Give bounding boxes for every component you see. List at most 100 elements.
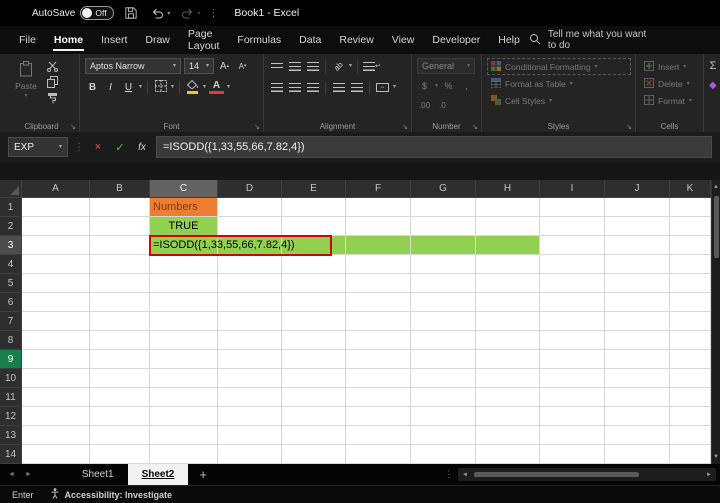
chevron-down-icon[interactable]: ▾	[393, 84, 396, 90]
cell-D11[interactable]	[218, 388, 282, 407]
cell-J7[interactable]	[605, 312, 670, 331]
formula-input[interactable]: =ISODD({1,33,55,66,7.82,4})	[156, 136, 712, 158]
cell-C10[interactable]	[150, 369, 218, 388]
cell-K7[interactable]	[670, 312, 711, 331]
cancel-entry-button[interactable]: ×	[90, 138, 106, 156]
cell-H14[interactable]	[476, 445, 540, 464]
cell-H1[interactable]	[476, 198, 540, 217]
cell-A12[interactable]	[22, 407, 90, 426]
cell-K6[interactable]	[670, 293, 711, 312]
chevron-down-icon[interactable]: ▾	[197, 10, 200, 17]
cell-I5[interactable]	[540, 274, 605, 293]
cell-A3[interactable]	[22, 236, 90, 255]
cell-E14[interactable]	[282, 445, 346, 464]
column-header-H[interactable]: H	[476, 180, 540, 198]
cell-I4[interactable]	[540, 255, 605, 274]
align-middle-button[interactable]	[287, 58, 302, 74]
row-header-14[interactable]: 14	[0, 445, 22, 464]
column-header-E[interactable]: E	[282, 180, 346, 198]
cell-K8[interactable]	[670, 331, 711, 350]
row-header-10[interactable]: 10	[0, 369, 22, 388]
cell-H9[interactable]	[476, 350, 540, 369]
cell-H5[interactable]	[476, 274, 540, 293]
cell-C14[interactable]	[150, 445, 218, 464]
italic-button[interactable]: I	[103, 79, 118, 95]
cell-H6[interactable]	[476, 293, 540, 312]
increase-indent-button[interactable]	[349, 79, 364, 95]
chevron-down-icon[interactable]: ▾	[167, 10, 170, 17]
sheet-tab-sheet1[interactable]: Sheet1	[68, 464, 128, 485]
vertical-scroll-thumb[interactable]	[713, 196, 719, 258]
styles-dialog-launcher-icon[interactable]: ↘	[626, 124, 632, 131]
column-header-G[interactable]: G	[411, 180, 476, 198]
cell-I13[interactable]	[540, 426, 605, 445]
cell-H12[interactable]	[476, 407, 540, 426]
cell-D12[interactable]	[218, 407, 282, 426]
cell-F13[interactable]	[346, 426, 411, 445]
cell-F5[interactable]	[346, 274, 411, 293]
cell-E9[interactable]	[282, 350, 346, 369]
row-header-13[interactable]: 13	[0, 426, 22, 445]
cell-B10[interactable]	[90, 369, 150, 388]
column-header-J[interactable]: J	[605, 180, 670, 198]
cell-J6[interactable]	[605, 293, 670, 312]
cell-I14[interactable]	[540, 445, 605, 464]
cell-C4[interactable]	[150, 255, 218, 274]
cell-B4[interactable]	[90, 255, 150, 274]
cell-H10[interactable]	[476, 369, 540, 388]
conditional-formatting-button[interactable]: Conditional Formatting ▾	[487, 58, 631, 75]
column-header-I[interactable]: I	[540, 180, 605, 198]
row-header-2[interactable]: 2	[0, 217, 22, 236]
menu-tab-view[interactable]: View	[383, 26, 424, 54]
cell-G9[interactable]	[411, 350, 476, 369]
cell-B13[interactable]	[90, 426, 150, 445]
delete-cells-button[interactable]: Delete ▾	[641, 75, 699, 92]
increase-decimal-button[interactable]: .00	[417, 97, 432, 113]
cell-F4[interactable]	[346, 255, 411, 274]
cell-F6[interactable]	[346, 293, 411, 312]
cell-E12[interactable]	[282, 407, 346, 426]
cell-B5[interactable]	[90, 274, 150, 293]
number-dialog-launcher-icon[interactable]: ↘	[472, 124, 478, 131]
underline-button[interactable]: U	[121, 79, 136, 95]
cell-D2[interactable]	[218, 217, 282, 236]
cell-A14[interactable]	[22, 445, 90, 464]
accessibility-status[interactable]: Accessibility: Investigate	[50, 488, 172, 501]
column-header-B[interactable]: B	[90, 180, 150, 198]
cell-K14[interactable]	[670, 445, 711, 464]
font-name-select[interactable]: Aptos Narrow ▾	[85, 58, 181, 74]
menu-tab-formulas[interactable]: Formulas	[228, 26, 290, 54]
cell-J8[interactable]	[605, 331, 670, 350]
cell-D7[interactable]	[218, 312, 282, 331]
insert-function-button[interactable]: fx	[134, 138, 150, 156]
sheet-nav-left-icon[interactable]: ◄	[4, 471, 19, 478]
align-center-button[interactable]	[287, 79, 302, 95]
cell-K2[interactable]	[670, 217, 711, 236]
scroll-left-icon[interactable]: ◄	[458, 468, 472, 481]
cell-B2[interactable]	[90, 217, 150, 236]
align-right-button[interactable]	[305, 79, 320, 95]
row-header-8[interactable]: 8	[0, 331, 22, 350]
cell-B3[interactable]	[90, 236, 150, 255]
cell-J11[interactable]	[605, 388, 670, 407]
cell-F1[interactable]	[346, 198, 411, 217]
cell-H4[interactable]	[476, 255, 540, 274]
cell-I12[interactable]	[540, 407, 605, 426]
cell-D1[interactable]	[218, 198, 282, 217]
autosave-toggle[interactable]: AutoSave Off	[32, 6, 115, 20]
cell-C1[interactable]: Numbers	[150, 198, 218, 217]
cell-E4[interactable]	[282, 255, 346, 274]
format-painter-button[interactable]	[47, 92, 58, 106]
format-cells-button[interactable]: Format ▾	[641, 92, 699, 109]
cell-F14[interactable]	[346, 445, 411, 464]
scroll-right-icon[interactable]: ►	[702, 468, 716, 481]
cell-B14[interactable]	[90, 445, 150, 464]
cell-B1[interactable]	[90, 198, 150, 217]
cell-I1[interactable]	[540, 198, 605, 217]
chevron-down-icon[interactable]: ▾	[203, 84, 206, 90]
cell-I2[interactable]	[540, 217, 605, 236]
cell-H11[interactable]	[476, 388, 540, 407]
cell-D14[interactable]	[218, 445, 282, 464]
autosave-switch[interactable]: Off	[80, 6, 115, 20]
cell-I3[interactable]	[540, 236, 605, 255]
